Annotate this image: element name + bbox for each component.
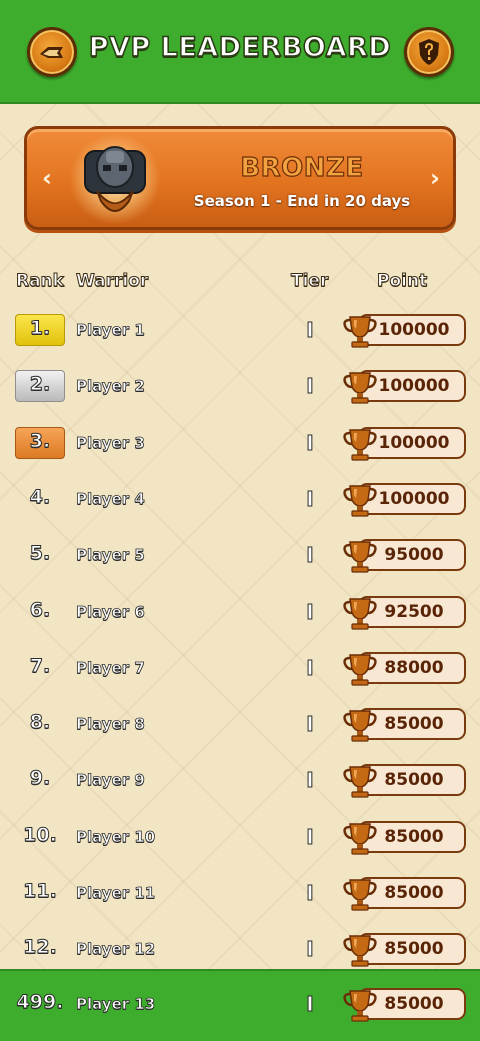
rank-number: 3. xyxy=(29,429,51,452)
player-name: Player 8 xyxy=(76,715,146,734)
trophy-icon xyxy=(343,935,377,967)
top-bar: PVP LEADERBOARD xyxy=(0,0,480,104)
column-header-rank: Rank xyxy=(16,271,65,292)
player-points: 85000 xyxy=(384,939,444,960)
player-tier: I xyxy=(306,768,314,793)
leaderboard-row[interactable]: 2. Player 2 I 100000 xyxy=(0,368,480,412)
season-banner: ‹ BRONZE Season 1 - End in 20 days › xyxy=(24,126,456,230)
player-name: Player 9 xyxy=(76,771,146,790)
rank-number: 8. xyxy=(29,711,51,734)
rank-number: 7. xyxy=(29,654,51,677)
rank-number: 10. xyxy=(23,823,58,846)
leaderboard-row[interactable]: 10. Player 10 I 85000 xyxy=(0,819,480,863)
current-player-tier: I xyxy=(306,992,314,1017)
tier-name: BRONZE xyxy=(240,152,364,183)
player-name: Player 3 xyxy=(76,433,146,452)
leaderboard-row[interactable]: 3. Player 3 I 100000 xyxy=(0,425,480,469)
trophy-icon xyxy=(343,485,377,517)
rank-number: 1. xyxy=(29,317,51,340)
player-points: 85000 xyxy=(384,883,444,903)
player-points: 100000 xyxy=(378,376,450,397)
column-header-point: Point xyxy=(376,271,428,292)
player-points: 95000 xyxy=(384,545,444,566)
column-header-tier: Tier xyxy=(290,271,329,292)
player-tier: I xyxy=(306,824,314,849)
current-player-points: 85000 xyxy=(384,994,444,1014)
player-name: Player 7 xyxy=(76,658,146,677)
trophy-icon xyxy=(343,766,377,798)
player-points: 100000 xyxy=(378,488,450,509)
player-tier: I xyxy=(306,655,314,680)
rank-number: 6. xyxy=(29,598,51,621)
player-tier: I xyxy=(306,599,314,624)
player-tier: I xyxy=(306,430,314,455)
leaderboard-row[interactable]: 8. Player 8 I 85000 xyxy=(0,706,480,750)
leaderboard-row[interactable]: 9. Player 9 I 85000 xyxy=(0,762,480,806)
player-name: Player 11 xyxy=(76,884,156,903)
next-season-arrow[interactable]: › xyxy=(423,163,447,193)
trophy-icon xyxy=(343,879,377,911)
leaderboard-row[interactable]: 7. Player 7 I 88000 xyxy=(0,650,480,694)
player-tier: I xyxy=(306,543,314,568)
trophy-icon xyxy=(343,654,377,686)
player-name: Player 6 xyxy=(76,602,146,621)
rank-number: 5. xyxy=(29,542,51,565)
leaderboard-row[interactable]: 6. Player 6 I 92500 xyxy=(0,594,480,638)
player-points: 88000 xyxy=(384,657,444,678)
player-name: Player 1 xyxy=(76,321,146,340)
player-points: 85000 xyxy=(384,714,444,735)
trophy-icon xyxy=(343,541,377,573)
trophy-icon xyxy=(343,428,377,461)
player-tier: I xyxy=(306,712,314,737)
rank-number: 12. xyxy=(23,936,58,959)
trophy-icon xyxy=(343,316,377,348)
current-player-name: Player 13 xyxy=(76,995,156,1014)
player-points: 85000 xyxy=(384,770,444,791)
player-name: Player 4 xyxy=(76,489,146,508)
rank-number: 11. xyxy=(23,880,58,903)
trophy-icon xyxy=(343,710,377,742)
player-tier: I xyxy=(306,318,314,343)
question-shield-icon xyxy=(419,39,439,65)
bronze-tier-badge-icon xyxy=(84,146,146,212)
player-points: 100000 xyxy=(378,432,450,453)
rank-number: 4. xyxy=(29,485,51,508)
player-name: Player 5 xyxy=(76,546,146,565)
player-tier: I xyxy=(306,881,314,906)
leaderboard-row[interactable]: 11. Player 11 I 85000 xyxy=(0,875,480,919)
trophy-icon xyxy=(343,822,377,855)
current-player-rank: 499. xyxy=(16,991,64,1014)
leaderboard-row[interactable]: 5. Player 5 I 95000 xyxy=(0,537,480,581)
player-points: 85000 xyxy=(384,826,444,847)
prev-season-arrow[interactable]: ‹ xyxy=(35,163,59,193)
rank-number: 9. xyxy=(29,767,51,790)
season-text: Season 1 - End in 20 days xyxy=(193,192,411,210)
column-header-warrior: Warrior xyxy=(75,271,149,292)
current-player-bar: 499. Player 13 I 85000 xyxy=(0,969,480,1041)
trophy-icon xyxy=(343,372,377,404)
trophy-icon xyxy=(343,990,377,1022)
leaderboard-row[interactable]: 1. Player 1 I 100000 xyxy=(0,312,480,356)
player-name: Player 2 xyxy=(76,377,146,396)
player-name: Player 12 xyxy=(76,940,156,959)
player-points: 100000 xyxy=(378,320,450,340)
current-player-row[interactable]: 499. Player 13 I 85000 xyxy=(0,986,480,1030)
player-tier: I xyxy=(306,374,314,399)
trophy-icon xyxy=(343,597,377,630)
player-points: 92500 xyxy=(384,601,444,622)
player-tier: I xyxy=(306,486,314,511)
help-button[interactable] xyxy=(404,27,454,77)
leaderboard-row[interactable]: 4. Player 4 I 100000 xyxy=(0,481,480,525)
player-name: Player 10 xyxy=(76,827,156,846)
rank-number: 2. xyxy=(29,373,51,396)
player-tier: I xyxy=(306,937,314,962)
